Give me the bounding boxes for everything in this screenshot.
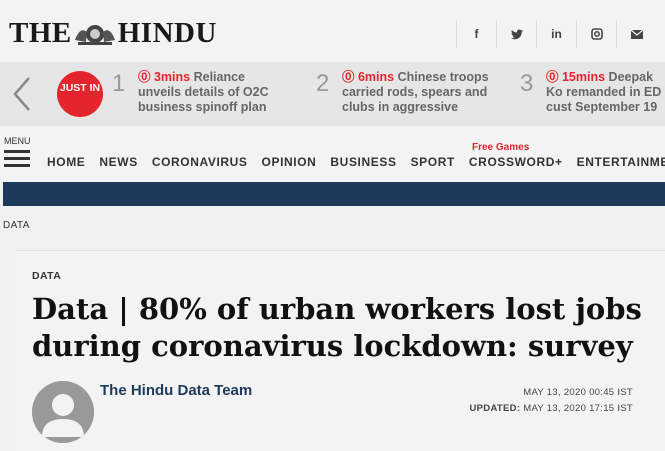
ticker-item[interactable]: 1 ⓪ 3mins Reliance unveils details of O2… bbox=[112, 70, 288, 115]
article-header: DATA Data | 80% of urban workers lost jo… bbox=[16, 250, 665, 451]
article-headline: Data | 80% of urban workers lost jobs du… bbox=[32, 292, 642, 363]
just-in-ticker: JUST IN 1 ⓪ 3mins Reliance unveils detai… bbox=[0, 62, 665, 126]
ticker-number: 1 bbox=[112, 70, 126, 97]
updated-label: UPDATED: bbox=[469, 403, 521, 414]
site-logo[interactable]: THE HINDU bbox=[9, 17, 217, 49]
hamburger-menu-icon[interactable] bbox=[4, 150, 30, 168]
author-avatar-icon[interactable] bbox=[32, 381, 94, 443]
facebook-icon[interactable]: f bbox=[456, 20, 496, 48]
ticker-text: ⓪ 3mins Reliance unveils details of O2C … bbox=[138, 70, 288, 115]
nav-items: HOME NEWS CORONAVIRUS OPINION BUSINESS S… bbox=[47, 155, 665, 169]
updated-date: MAY 13, 2020 17:15 IST bbox=[523, 403, 633, 414]
section-tag[interactable]: DATA bbox=[32, 270, 61, 282]
instagram-icon[interactable] bbox=[576, 20, 616, 48]
main-nav: MENU Free Games HOME NEWS CORONAVIRUS OP… bbox=[0, 126, 665, 182]
nav-item-entertainment[interactable]: ENTERTAINMENT bbox=[577, 155, 665, 169]
breadcrumb[interactable]: DATA bbox=[3, 220, 30, 231]
ticker-item[interactable]: 2 ⓪ 6mins Chinese troops carried rods, s… bbox=[316, 70, 492, 115]
updated-date-line: UPDATED: MAY 13, 2020 17:15 IST bbox=[470, 401, 634, 417]
twitter-icon[interactable] bbox=[496, 20, 536, 48]
just-in-badge: JUST IN bbox=[57, 71, 103, 117]
ticker-item[interactable]: 3 ⓪ 15mins Deepak Ko remanded in ED cust… bbox=[520, 70, 664, 115]
nav-item-home[interactable]: HOME bbox=[47, 155, 85, 169]
ticker-number: 2 bbox=[316, 70, 330, 97]
nav-item-crossword[interactable]: CROSSWORD+ bbox=[469, 155, 563, 169]
author-name[interactable]: The Hindu Data Team bbox=[100, 382, 252, 399]
logo-text-left: THE bbox=[9, 16, 72, 49]
nav-item-coronavirus[interactable]: CORONAVIRUS bbox=[152, 155, 248, 169]
social-links: f in bbox=[456, 20, 656, 48]
menu-label: MENU bbox=[4, 136, 31, 146]
ticker-time: ⓪ 3mins bbox=[138, 70, 191, 84]
ticker-time: ⓪ 6mins bbox=[342, 70, 395, 84]
ticker-text: ⓪ 15mins Deepak Ko remanded in ED cust S… bbox=[546, 70, 664, 115]
ticker-time: ⓪ 15mins bbox=[546, 70, 606, 84]
nav-item-opinion[interactable]: OPINION bbox=[262, 155, 317, 169]
ticker-text: ⓪ 6mins Chinese troops carried rods, spe… bbox=[342, 70, 492, 115]
email-icon[interactable] bbox=[616, 20, 656, 48]
free-games-link[interactable]: Free Games bbox=[472, 142, 529, 153]
ticker-number: 3 bbox=[520, 70, 534, 97]
emblem-icon bbox=[74, 20, 116, 46]
article-dates: MAY 13, 2020 00:45 IST UPDATED: MAY 13, … bbox=[470, 385, 634, 417]
site-header: THE HINDU f in bbox=[0, 0, 665, 62]
nav-item-business[interactable]: BUSINESS bbox=[330, 155, 396, 169]
logo-text-right: HINDU bbox=[117, 16, 217, 49]
chevron-left-icon[interactable] bbox=[0, 62, 44, 126]
nav-item-news[interactable]: NEWS bbox=[99, 155, 137, 169]
published-date: MAY 13, 2020 00:45 IST bbox=[523, 387, 633, 398]
sub-nav-bar bbox=[3, 182, 665, 206]
linkedin-icon[interactable]: in bbox=[536, 20, 576, 48]
nav-item-sport[interactable]: SPORT bbox=[411, 155, 455, 169]
